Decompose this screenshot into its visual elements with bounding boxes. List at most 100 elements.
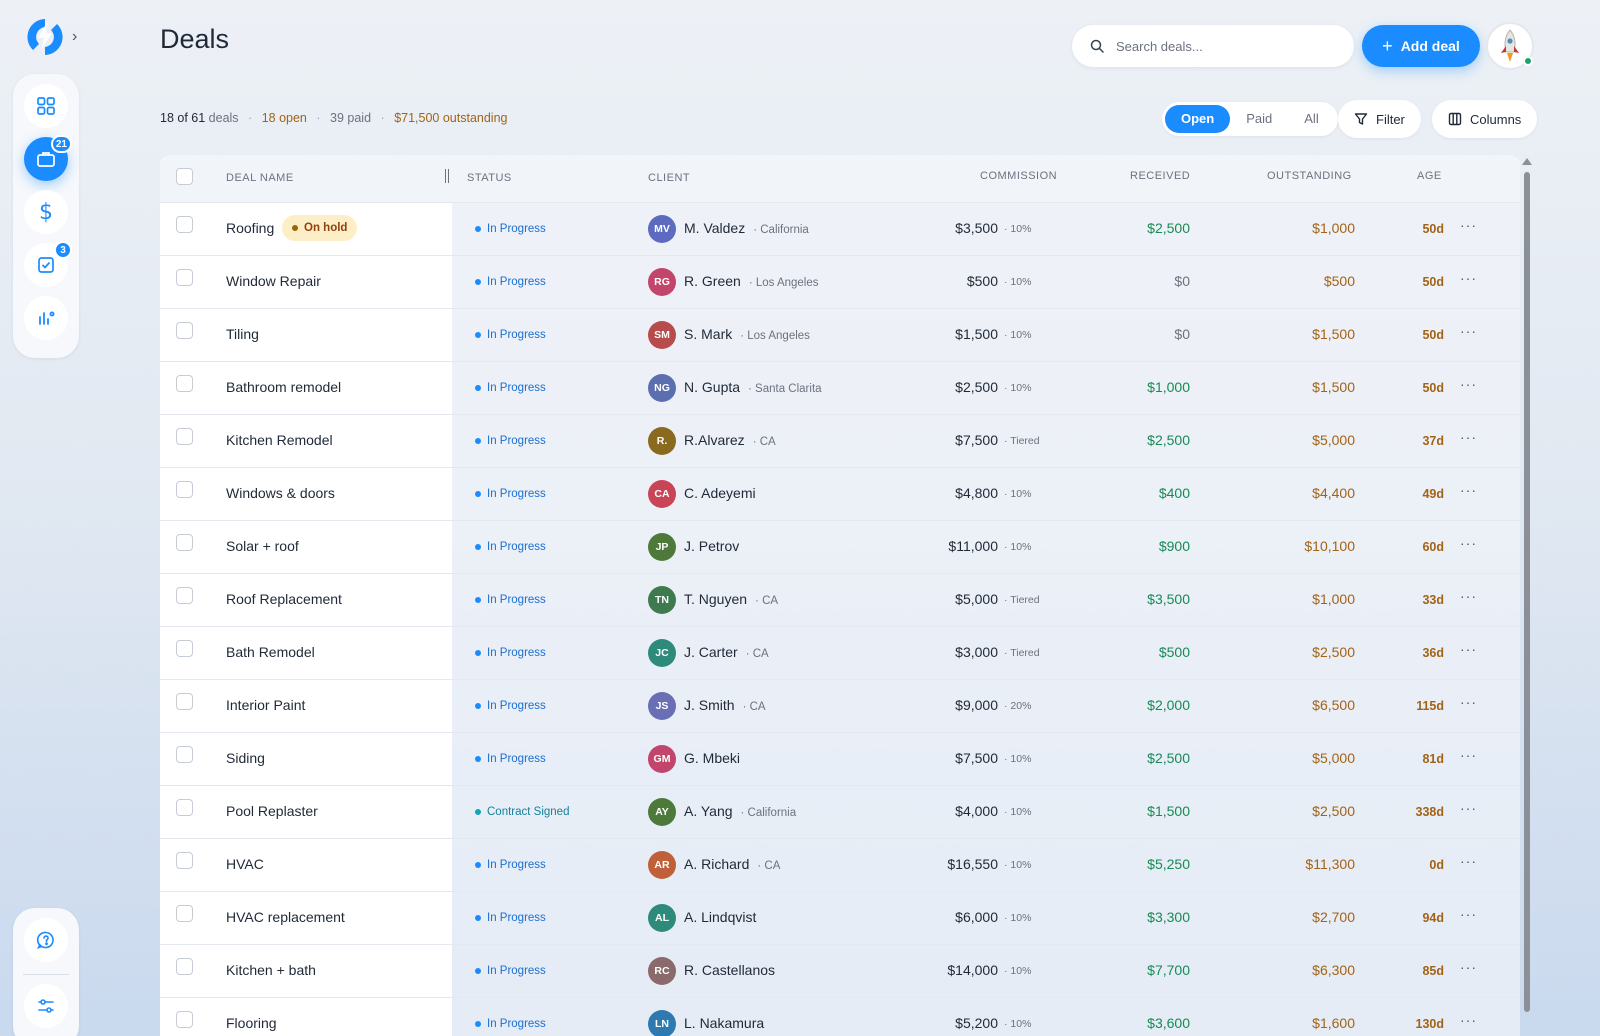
more-actions-icon[interactable]: ··· (1460, 588, 1477, 604)
row-checkbox[interactable] (176, 269, 193, 286)
client-name-cell[interactable]: S. Mark · Los Angeles (684, 326, 810, 342)
nav-tasks[interactable]: 3 (24, 241, 72, 287)
row-checkbox[interactable] (176, 216, 193, 233)
more-actions-icon[interactable]: ··· (1460, 959, 1477, 975)
more-actions-icon[interactable]: ··· (1460, 429, 1477, 445)
more-actions-icon[interactable]: ··· (1460, 535, 1477, 551)
row-checkbox[interactable] (176, 587, 193, 604)
header-commission[interactable]: COMMISSION (980, 170, 1057, 182)
table-row[interactable]: HVAC In Progress AR A. Richard · CA $16,550 · … (160, 839, 1520, 892)
row-checkbox[interactable] (176, 428, 193, 445)
header-age[interactable]: AGE (1417, 170, 1442, 182)
table-row[interactable]: Pool Replaster Contract Signed AY A. Yang · … (160, 786, 1520, 839)
row-checkbox[interactable] (176, 746, 193, 763)
row-checkbox[interactable] (176, 640, 193, 657)
nav-deals[interactable]: 21 (24, 135, 72, 181)
deal-name[interactable]: Interior Paint (226, 697, 305, 713)
scroll-up-arrow-icon[interactable] (1522, 158, 1532, 165)
table-row[interactable]: Tiling In Progress SM S. Mark · Los Angeles $… (160, 309, 1520, 362)
table-row[interactable]: Bathroom remodel In Progress NG N. Gupta · S… (160, 362, 1520, 415)
tab-all[interactable]: All (1288, 105, 1334, 133)
header-client[interactable]: CLIENT (648, 172, 690, 184)
deal-name[interactable]: Windows & doors (226, 485, 335, 501)
deal-name[interactable]: Roofing (226, 220, 274, 236)
app-logo[interactable] (24, 16, 66, 58)
nav-dashboard[interactable] (24, 84, 68, 128)
table-row[interactable]: Roofing On hold In Progress MV M. Valdez · Ca… (160, 203, 1520, 256)
user-avatar[interactable] (1486, 22, 1534, 70)
deal-name[interactable]: Siding (226, 750, 265, 766)
header-outstanding[interactable]: OUTSTANDING (1267, 170, 1352, 182)
client-name-cell[interactable]: M. Valdez · California (684, 220, 809, 236)
client-name-cell[interactable]: R.Alvarez · CA (684, 432, 776, 448)
deal-name[interactable]: Tiling (226, 326, 259, 342)
row-checkbox[interactable] (176, 534, 193, 551)
settings-button[interactable] (24, 984, 68, 1028)
client-name-cell[interactable]: A. Yang · California (684, 803, 796, 819)
deal-name[interactable]: Solar + roof (226, 538, 299, 554)
row-checkbox[interactable] (176, 375, 193, 392)
more-actions-icon[interactable]: ··· (1460, 906, 1477, 922)
deal-name[interactable]: Window Repair (226, 273, 321, 289)
expand-sidebar-chevron-icon[interactable]: › (72, 28, 77, 46)
table-row[interactable]: Window Repair In Progress RG R. Green · Los … (160, 256, 1520, 309)
client-name-cell[interactable]: T. Nguyen · CA (684, 591, 778, 607)
nav-payments[interactable]: $ (24, 190, 68, 234)
row-checkbox[interactable] (176, 958, 193, 975)
table-row[interactable]: Solar + roof In Progress JP J. Petrov $11,00… (160, 521, 1520, 574)
row-checkbox[interactable] (176, 693, 193, 710)
nav-reports[interactable] (24, 296, 68, 340)
deal-name[interactable]: Flooring (226, 1015, 277, 1031)
client-name-cell[interactable]: J. Smith · CA (684, 697, 766, 713)
table-row[interactable]: Roof Replacement In Progress TN T. Nguyen · … (160, 574, 1520, 627)
more-actions-icon[interactable]: ··· (1460, 641, 1477, 657)
help-button[interactable] (24, 918, 68, 962)
table-row[interactable]: Kitchen + bath In Progress RC R. Castellano… (160, 945, 1520, 998)
client-name-cell[interactable]: C. Adeyemi (684, 485, 756, 501)
client-name-cell[interactable]: A. Lindqvist (684, 909, 756, 925)
filter-button[interactable]: Filter (1338, 100, 1421, 138)
more-actions-icon[interactable]: ··· (1460, 376, 1477, 392)
table-row[interactable]: Interior Paint In Progress JS J. Smith · CA $… (160, 680, 1520, 733)
columns-button[interactable]: Columns (1432, 100, 1538, 138)
deal-name[interactable]: Bath Remodel (226, 644, 315, 660)
client-name-cell[interactable]: J. Petrov (684, 538, 739, 554)
more-actions-icon[interactable]: ··· (1460, 1012, 1477, 1028)
search-input[interactable] (1116, 38, 1336, 54)
select-all-checkbox[interactable] (176, 168, 193, 185)
more-actions-icon[interactable]: ··· (1460, 482, 1477, 498)
more-actions-icon[interactable]: ··· (1460, 800, 1477, 816)
table-row[interactable]: Kitchen Remodel In Progress R. R.Alvarez · C… (160, 415, 1520, 468)
client-name-cell[interactable]: R. Castellanos (684, 962, 775, 978)
table-scrollbar[interactable] (1522, 158, 1532, 1036)
header-received[interactable]: RECEIVED (1130, 170, 1190, 182)
more-actions-icon[interactable]: ··· (1460, 323, 1477, 339)
client-name-cell[interactable]: G. Mbeki (684, 750, 740, 766)
header-deal-name[interactable]: DEAL NAME (226, 172, 294, 184)
more-actions-icon[interactable]: ··· (1460, 853, 1477, 869)
deal-name[interactable]: Kitchen Remodel (226, 432, 333, 448)
scroll-thumb[interactable] (1524, 172, 1530, 1012)
deal-name[interactable]: Bathroom remodel (226, 379, 341, 395)
row-checkbox[interactable] (176, 1011, 193, 1028)
client-name-cell[interactable]: R. Green · Los Angeles (684, 273, 819, 289)
more-actions-icon[interactable]: ··· (1460, 747, 1477, 763)
add-deal-button[interactable]: + Add deal (1362, 25, 1480, 67)
column-resize-handle[interactable] (445, 169, 449, 183)
client-name-cell[interactable]: L. Nakamura (684, 1015, 764, 1031)
client-name-cell[interactable]: A. Richard · CA (684, 856, 780, 872)
deal-name[interactable]: HVAC replacement (226, 909, 345, 925)
row-checkbox[interactable] (176, 481, 193, 498)
client-name-cell[interactable]: N. Gupta · Santa Clarita (684, 379, 822, 395)
row-checkbox[interactable] (176, 852, 193, 869)
more-actions-icon[interactable]: ··· (1460, 270, 1477, 286)
search-box[interactable] (1072, 25, 1354, 67)
tab-open[interactable]: Open (1165, 105, 1231, 133)
client-name-cell[interactable]: J. Carter · CA (684, 644, 769, 660)
deal-name[interactable]: Pool Replaster (226, 803, 318, 819)
table-row[interactable]: HVAC replacement In Progress AL A. Lindqvis… (160, 892, 1520, 945)
more-actions-icon[interactable]: ··· (1460, 694, 1477, 710)
row-checkbox[interactable] (176, 322, 193, 339)
deal-name[interactable]: HVAC (226, 856, 264, 872)
table-row[interactable]: Flooring In Progress LN L. Nakamura $5,200 · … (160, 998, 1520, 1036)
